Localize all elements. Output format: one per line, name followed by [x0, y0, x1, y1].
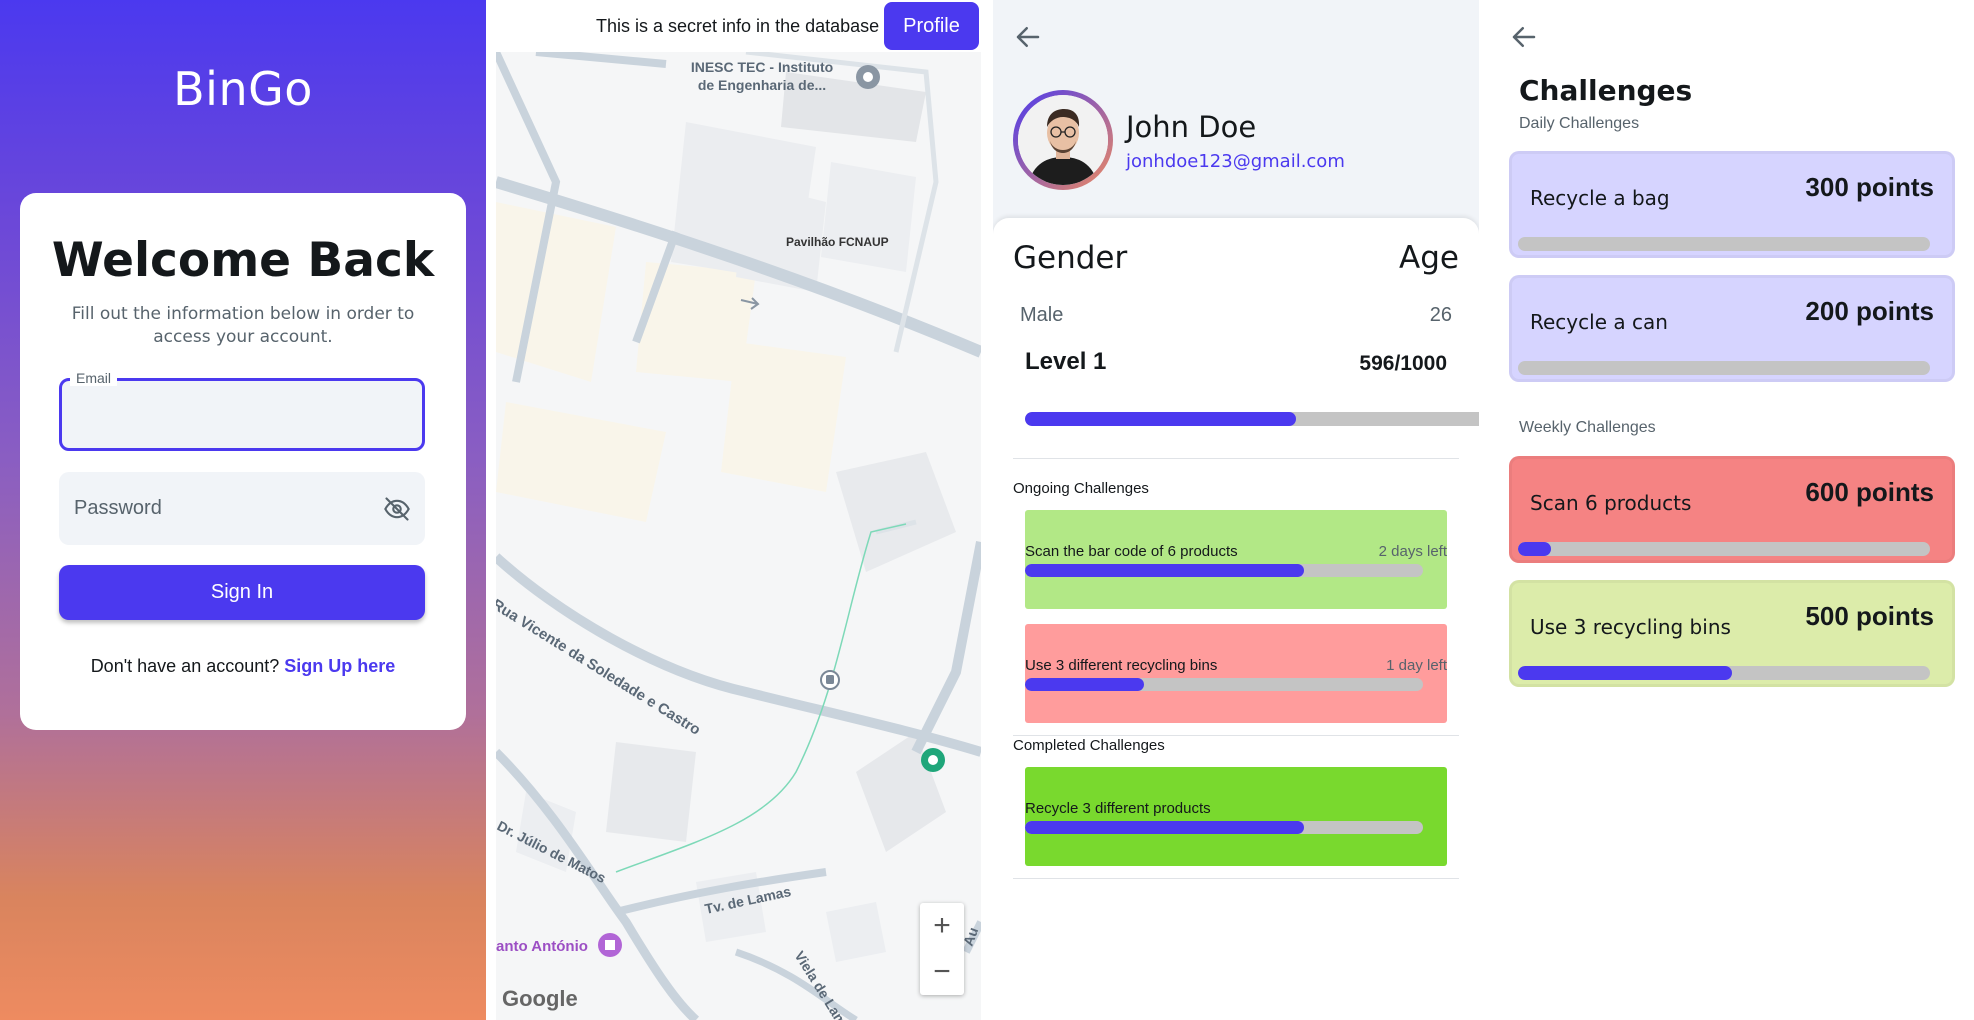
challenge-progress-bar — [1025, 821, 1423, 834]
place-label-inesc: INESC TEC - Instituto de Engenharia de..… — [690, 59, 834, 93]
level-label: Level 1 — [1025, 348, 1107, 375]
challenge-progress-bar — [1518, 361, 1930, 375]
place-pin-icon[interactable] — [921, 748, 945, 772]
login-screen: BinGo Welcome Back Fill out the informat… — [0, 0, 486, 1020]
profile-screen: John Doe jonhdoe123@gmail.com Gender Age… — [993, 0, 1479, 1020]
challenge-progress-bar — [1025, 564, 1423, 577]
avatar — [1013, 90, 1113, 190]
challenge-points: 300 points — [1805, 172, 1934, 202]
challenge-time-left: 2 days left — [1378, 543, 1447, 560]
divider — [1013, 735, 1459, 736]
email-field[interactable]: Email — [59, 370, 425, 451]
challenge-progress-bar — [1518, 237, 1930, 251]
place-label-santo-antonio: anto António — [496, 938, 588, 955]
weekly-challenge-card[interactable]: Use 3 recycling bins 500 points — [1509, 580, 1955, 687]
secret-info-text: This is a secret info in the database — [596, 16, 880, 36]
challenge-name: Scan the bar code of 6 products — [1025, 543, 1238, 560]
map-top-bar: This is a secret info in the database Pr… — [496, 0, 981, 52]
profile-button[interactable]: Profile — [884, 2, 979, 50]
password-placeholder: Password — [74, 497, 162, 519]
challenge-name: Use 3 recycling bins — [1530, 615, 1731, 639]
challenges-title: Challenges — [1519, 74, 1693, 107]
age-header: Age — [1399, 240, 1459, 276]
app-logo: BinGo — [173, 62, 313, 116]
map-view[interactable]: Rua Vicente da Soledade e Castro Dr. Júl… — [496, 52, 981, 1020]
bus-stop-icon[interactable] — [820, 670, 840, 690]
challenge-time-left: 1 day left — [1386, 657, 1447, 674]
completed-challenges-title: Completed Challenges — [1013, 737, 1165, 754]
weekly-challenges-title: Weekly Challenges — [1519, 419, 1656, 436]
challenge-name: Recycle 3 different products — [1025, 800, 1211, 817]
divider — [1013, 878, 1459, 879]
daily-challenge-card[interactable]: Recycle a bag 300 points — [1509, 151, 1955, 258]
signup-row: Don't have an account? Sign Up here — [20, 656, 466, 677]
ongoing-challenges-title: Ongoing Challenges — [1013, 480, 1149, 497]
eye-off-icon[interactable] — [383, 495, 411, 523]
age-value: 26 — [1429, 304, 1452, 326]
map-pin-icon[interactable] — [856, 65, 880, 89]
weekly-challenge-card[interactable]: Scan 6 products 600 points — [1509, 456, 1955, 563]
challenge-progress-fill — [1025, 564, 1304, 577]
gender-header: Gender — [1013, 240, 1128, 276]
challenge-name: Recycle a can — [1530, 310, 1668, 334]
login-subtitle: Fill out the information below in order … — [71, 304, 415, 347]
challenge-name: Scan 6 products — [1530, 491, 1692, 515]
challenge-progress-fill — [1518, 542, 1551, 556]
profile-email: jonhdoe123@gmail.com — [1126, 151, 1345, 172]
challenge-progress-bar — [1518, 666, 1930, 680]
gender-value: Male — [1020, 304, 1064, 326]
zoom-in-button[interactable]: + — [920, 903, 964, 949]
challenge-points: 200 points — [1805, 296, 1934, 326]
no-account-text: Don't have an account? — [90, 656, 280, 676]
church-icon[interactable] — [598, 933, 622, 957]
challenges-screen: Challenges Daily Challenges Recycle a ba… — [1489, 0, 1974, 1020]
welcome-title: Welcome Back — [51, 233, 435, 288]
google-attribution: Google — [502, 986, 578, 1011]
challenge-progress-bar — [1025, 678, 1423, 691]
ongoing-challenge-card[interactable]: Use 3 different recycling bins 1 day lef… — [1025, 624, 1447, 723]
challenge-points: 600 points — [1805, 477, 1934, 507]
zoom-controls: + − — [920, 903, 964, 995]
completed-challenge-card[interactable]: Recycle 3 different products — [1025, 767, 1447, 866]
sign-in-button[interactable]: Sign In — [59, 565, 425, 620]
login-card: Welcome Back Fill out the information be… — [20, 193, 466, 730]
challenge-progress-fill — [1518, 666, 1733, 680]
challenge-progress-fill — [1025, 821, 1304, 834]
xp-value: 596/1000 — [1359, 352, 1447, 375]
email-label: Email — [70, 370, 118, 386]
avatar-image — [1018, 95, 1108, 185]
divider — [1013, 458, 1459, 459]
challenge-progress-bar — [1518, 542, 1930, 556]
sign-up-link[interactable]: Sign Up here — [284, 656, 395, 676]
place-label-pavilhao: Pavilhão FCNAUP — [786, 235, 889, 249]
back-arrow-icon[interactable] — [1509, 22, 1539, 52]
daily-challenges-title: Daily Challenges — [1519, 115, 1640, 132]
password-field[interactable]: Password — [59, 472, 425, 545]
back-arrow-icon[interactable] — [1013, 22, 1043, 52]
daily-challenge-card[interactable]: Recycle a can 200 points — [1509, 275, 1955, 382]
challenge-name: Use 3 different recycling bins — [1025, 657, 1218, 674]
map-screen: Rua Vicente da Soledade e Castro Dr. Júl… — [496, 0, 981, 1020]
zoom-out-button[interactable]: − — [920, 949, 964, 995]
level-progress-bar — [1025, 412, 1479, 426]
challenge-progress-fill — [1025, 678, 1145, 691]
challenge-name: Recycle a bag — [1530, 186, 1670, 210]
challenge-points: 500 points — [1805, 601, 1934, 631]
ongoing-challenge-card[interactable]: Scan the bar code of 6 products 2 days l… — [1025, 510, 1447, 609]
profile-name: John Doe — [1126, 110, 1257, 144]
level-progress-fill — [1025, 412, 1296, 426]
profile-details-card: Gender Age Male 26 Level 1 596/1000 Ongo… — [993, 218, 1479, 1020]
